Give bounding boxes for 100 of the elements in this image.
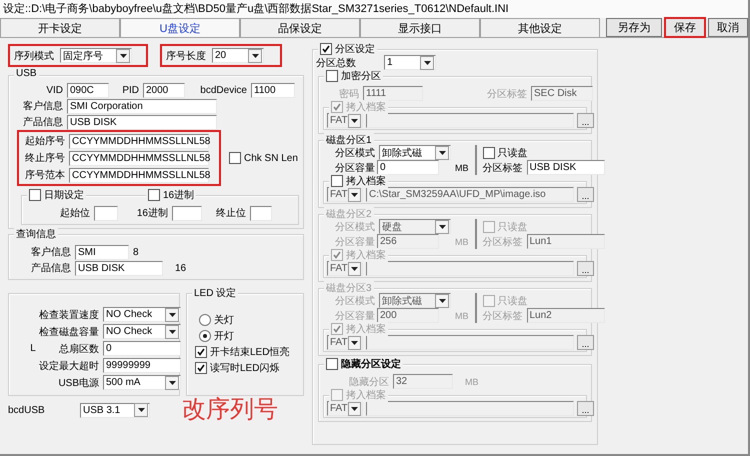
dropdown[interactable]: NO Check (103, 307, 181, 322)
tab[interactable]: U盘设定 (120, 18, 240, 37)
caret-icon (350, 406, 358, 410)
group-title: 磁盘分区3 (324, 281, 374, 295)
input-field[interactable]: USB DISK (526, 160, 604, 175)
group-title: 磁盘分区2 (324, 207, 374, 221)
field-label: 总扇区数 (58, 342, 99, 356)
group-title: LED 设定 (192, 286, 238, 300)
caret-icon (438, 298, 446, 302)
caret-icon (350, 340, 358, 344)
field-label: 客户信息 (30, 246, 71, 259)
dropdown[interactable]: 卸除式磁 (379, 145, 451, 160)
field-label: 分区标签 (482, 236, 522, 248)
caret-icon (350, 192, 358, 196)
field-label: 密码 (338, 88, 359, 100)
group-title: USB (14, 68, 39, 79)
input-field[interactable]: USB DISK (67, 114, 217, 130)
field-label: 检查磁盘容量 (38, 326, 99, 338)
browse-button[interactable]: ... (577, 187, 594, 202)
radio-button[interactable]: 关灯 (199, 313, 234, 327)
caret-icon (350, 118, 358, 122)
input-field[interactable]: SMI Corporation (67, 98, 217, 114)
checkmark-icon (333, 103, 341, 111)
toolbar-button[interactable]: 另存为 (606, 18, 662, 37)
checkbox[interactable]: 只读盘 (482, 146, 528, 160)
field-label: 客户信息 (22, 100, 63, 113)
field-label: 序号长度 (166, 50, 206, 62)
input-field[interactable]: SMI (75, 244, 129, 260)
field-label: 起始序号 (24, 134, 65, 148)
caret-icon (438, 150, 446, 154)
field-label: 序号范本 (24, 168, 65, 182)
checkbox[interactable]: 拷入档案 (329, 174, 388, 188)
group-title: 查询信息 (14, 227, 58, 241)
field-label: VID (45, 84, 63, 96)
field-label: 设定最大超时 (38, 360, 99, 372)
input-field[interactable]: CCYYMMDDHHMMSSLLNL58 (69, 134, 209, 148)
checkbox[interactable]: 读写时LED闪烁 (195, 361, 280, 375)
field-label: 序列模式 (14, 50, 54, 62)
radio-button[interactable]: 开灯 (199, 329, 234, 343)
count-text: 16 (175, 262, 186, 274)
checkbox[interactable]: 开卡结束LED恒亮 (195, 345, 290, 359)
field-label: 分区容量 (334, 162, 375, 174)
unit-label: MB (455, 162, 468, 172)
dropdown[interactable]: 1 (384, 55, 436, 70)
dropdown[interactable]: 固定序号 (60, 48, 132, 63)
input-field[interactable]: 2000 (143, 82, 185, 98)
tab[interactable]: 开卡设定 (0, 18, 120, 37)
input-field[interactable]: C:\Star_SM3259AA\UFD_MP\image.iso (366, 187, 574, 202)
input-field[interactable]: 0 (377, 160, 439, 175)
dropdown[interactable]: 20 (212, 48, 264, 63)
input-field[interactable]: 090C (67, 82, 109, 98)
annotation-text: 改序列号 (182, 396, 278, 424)
tab[interactable]: 品保设定 (240, 18, 360, 37)
input-field[interactable] (172, 206, 202, 220)
dropdown[interactable]: USB 3.1 (80, 402, 150, 418)
field-label: 产品信息 (22, 116, 63, 129)
tab[interactable]: 其他设定 (480, 18, 600, 37)
field-label: 分区总数 (316, 56, 357, 70)
field-label: bcdUSB (8, 404, 46, 416)
caret-icon (424, 60, 430, 64)
field-label: L (29, 343, 37, 354)
checkmark-icon (333, 325, 341, 333)
input-field[interactable]: 99999999 (103, 358, 181, 373)
count-text: 8 (133, 246, 139, 258)
dropdown[interactable]: NO Check (103, 324, 181, 339)
caret-icon (138, 408, 144, 412)
checkbox[interactable]: 日期设定 (27, 188, 86, 202)
checkbox[interactable]: 16进制 (146, 188, 196, 202)
input-field[interactable]: 1100 (251, 82, 295, 98)
caret-icon (438, 224, 446, 228)
unit-label: MB (455, 236, 468, 246)
caret-icon (350, 266, 358, 270)
field-label: PID (121, 84, 139, 96)
field-label: 16进制 (136, 206, 168, 220)
field-label: 分区模式 (334, 220, 375, 234)
field-label: 检查装置速度 (38, 308, 99, 322)
field-label: 起始位 (59, 206, 90, 220)
field-label: bcdDevice (199, 84, 247, 96)
toolbar-button[interactable]: 保存 (665, 18, 705, 37)
caret-icon (168, 330, 176, 334)
input-field[interactable] (94, 206, 118, 220)
unit-label: MB (465, 376, 478, 386)
field-label: 分区容量 (334, 236, 375, 248)
tab[interactable]: 显示接口 (360, 18, 480, 37)
checkbox[interactable]: Chk SN Len (229, 152, 298, 164)
input-field[interactable]: USB DISK (75, 260, 163, 276)
caret-icon (168, 380, 176, 384)
caret-icon (252, 54, 258, 58)
input-field[interactable]: CCYYMMDDHHMMSSLLNL58 (69, 168, 209, 182)
toolbar-button[interactable]: 取消 (708, 18, 748, 37)
checkbox[interactable]: 分区设定 (318, 42, 377, 56)
caret-icon (168, 312, 176, 316)
dropdown[interactable]: 500 mA (103, 375, 181, 390)
field-label: 分区模式 (334, 294, 375, 308)
input-field[interactable]: CCYYMMDDHHMMSSLLNL58 (69, 150, 209, 166)
input-field[interactable] (250, 206, 272, 220)
window-title: 设定::D:\电子商务\babyboyfree\u盘文档\BD50量产u盘\西部数据Star_SM3271series_T0612\NDefault.INI (0, 0, 748, 18)
dropdown[interactable]: FAT (327, 187, 363, 202)
input-field[interactable]: 0 (103, 341, 181, 356)
field-label: 分区容量 (334, 310, 375, 322)
